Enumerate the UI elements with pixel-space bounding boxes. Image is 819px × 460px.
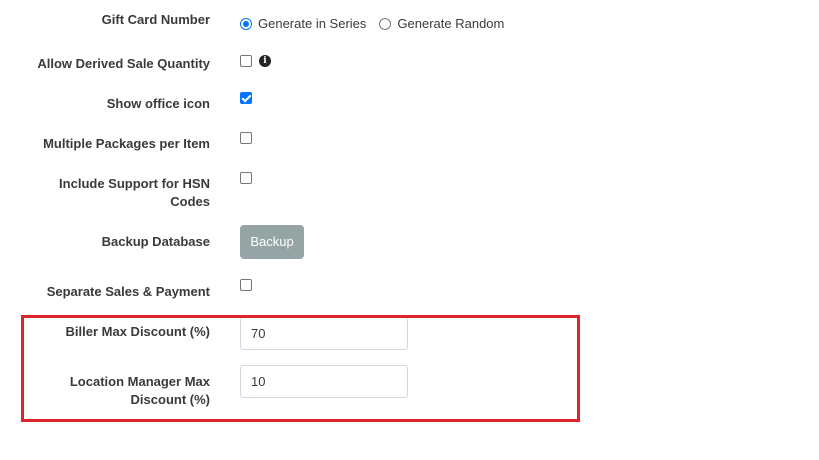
separate-sales-payment-control [240,279,252,294]
multiple-packages-checkbox[interactable] [240,132,252,144]
include-hsn-checkbox[interactable] [240,172,252,184]
backup-database-label: Backup Database [101,234,210,249]
include-hsn-label: Include Support for HSN Codes [10,175,210,211]
backup-button[interactable]: Backup [240,225,304,259]
gift-card-number-label: Gift Card Number [101,12,210,27]
show-office-icon-control [240,92,252,107]
generate-in-series-label[interactable]: Generate in Series [258,16,366,31]
allow-derived-sale-quantity-label: Allow Derived Sale Quantity [37,56,210,71]
separate-sales-payment-label: Separate Sales & Payment [46,284,210,299]
include-hsn-control [240,172,252,187]
separate-sales-payment-checkbox[interactable] [240,279,252,291]
show-office-icon-checkbox[interactable] [240,92,252,104]
info-icon[interactable]: i [259,55,271,67]
backup-database-control: Backup [240,225,304,259]
show-office-icon-label: Show office icon [106,96,210,111]
multiple-packages-control [240,132,252,147]
gift-card-number-options: Generate in Series Generate Random [240,16,517,31]
include-hsn-label-line1: Include Support for HSN [59,176,210,191]
generate-random-radio[interactable] [379,17,392,30]
multiple-packages-label: Multiple Packages per Item [43,136,210,151]
allow-derived-sale-quantity-checkbox[interactable] [240,55,252,67]
generate-in-series-radio[interactable] [240,17,252,30]
include-hsn-label-line2: Codes [170,194,210,209]
generate-random-label[interactable]: Generate Random [397,16,504,31]
allow-derived-sale-quantity-control: i [240,55,271,70]
highlight-box [21,315,580,422]
